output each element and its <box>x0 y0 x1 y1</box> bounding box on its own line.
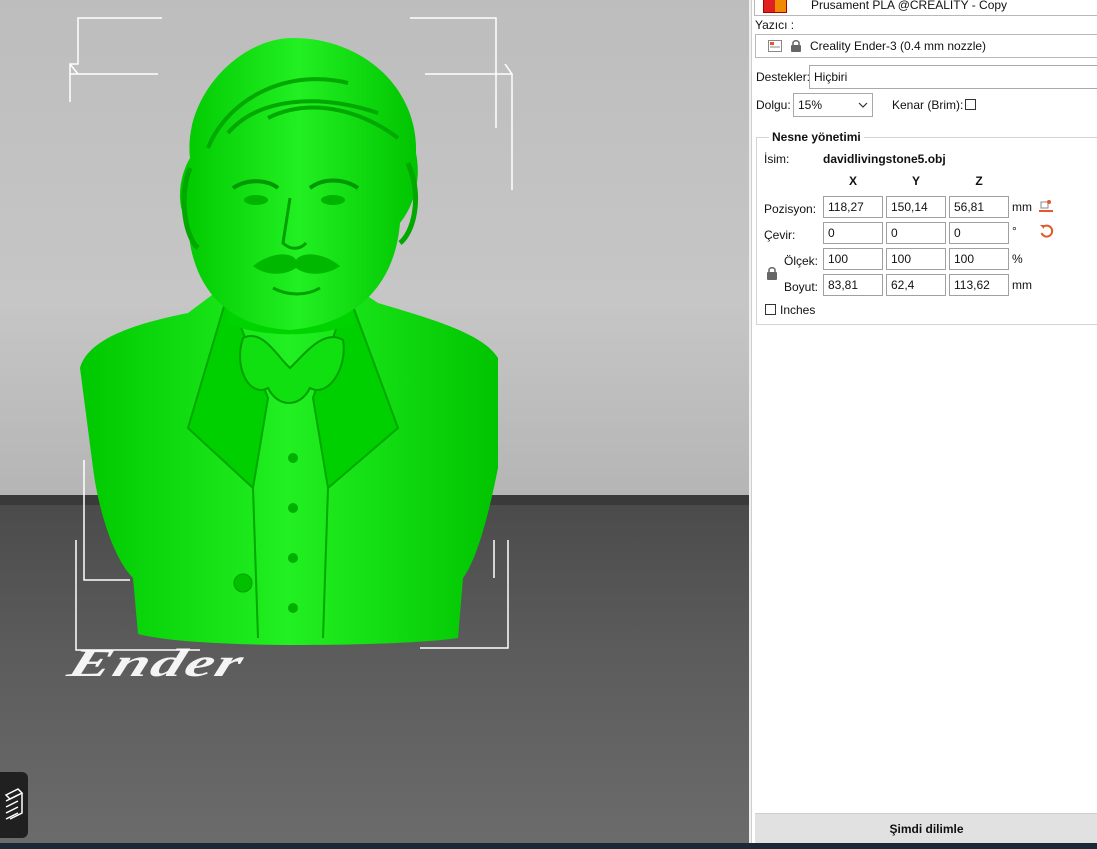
object-name: davidlivingstone5.obj <box>823 152 946 166</box>
supports-value: Hiçbiri <box>814 70 848 84</box>
brim-label: Kenar (Brim): <box>892 98 964 112</box>
scale-label: Ölçek: <box>784 254 819 268</box>
inches-checkbox[interactable] <box>765 304 776 315</box>
filament-color-swatch <box>763 0 787 13</box>
printer-combobox[interactable]: Creality Ender-3 (0.4 mm nozzle) <box>755 34 1097 58</box>
infill-value: 15% <box>798 98 823 112</box>
scale-unit: % <box>1012 252 1023 266</box>
object-manipulation-panel: Nesne yönetimi İsim: davidlivingstone5.o… <box>756 130 1097 325</box>
axis-label-x: X <box>848 174 857 188</box>
brim-checkbox[interactable] <box>965 99 976 110</box>
uniform-scale-lock-icon[interactable] <box>766 266 778 281</box>
slice-now-button[interactable]: Şimdi dilimle <box>755 813 1097 844</box>
layers-toggle-button[interactable] <box>0 772 28 838</box>
position-x-input[interactable]: 118,27 <box>823 196 883 218</box>
position-y-input[interactable]: 150,14 <box>886 196 946 218</box>
drop-to-bed-icon[interactable] <box>1039 199 1053 213</box>
size-label: Boyut: <box>784 280 819 294</box>
rotation-label: Çevir: <box>764 228 796 242</box>
name-label: İsim: <box>764 152 790 166</box>
axis-label-y: Y <box>911 174 920 188</box>
position-z-input[interactable]: 56,81 <box>949 196 1009 218</box>
position-label: Pozisyon: <box>764 202 817 216</box>
position-unit: mm <box>1012 200 1032 214</box>
material-value: Prusament PLA @CREALITY - Copy <box>811 0 1008 12</box>
size-y-input[interactable]: 62,4 <box>886 274 946 296</box>
scale-x-input[interactable]: 100 <box>823 248 883 270</box>
rotation-z-input[interactable]: 0 <box>949 222 1009 244</box>
lock-icon <box>791 40 801 52</box>
scale-z-input[interactable]: 100 <box>949 248 1009 270</box>
chevron-down-icon <box>858 102 868 108</box>
3d-model-bust[interactable] <box>78 38 503 650</box>
slice-now-label: Şimdi dilimle <box>889 822 964 836</box>
supports-combobox[interactable]: Hiçbiri <box>809 65 1097 89</box>
printer-icon <box>768 40 782 52</box>
rotation-x-input[interactable]: 0 <box>823 222 883 244</box>
inches-label: Inches <box>780 303 816 317</box>
layers-icon <box>4 788 24 820</box>
settings-sidebar: Prusament PLA @CREALITY - Copy Yazıcı : … <box>751 0 1097 844</box>
size-unit: mm <box>1012 278 1032 292</box>
scale-y-input[interactable]: 100 <box>886 248 946 270</box>
infill-combobox[interactable]: 15% <box>793 93 873 117</box>
material-combobox[interactable]: Prusament PLA @CREALITY - Copy <box>754 0 1097 16</box>
object-manipulation-title: Nesne yönetimi <box>769 130 864 144</box>
taskbar-strip <box>0 843 1097 849</box>
supports-label: Destekler: <box>756 70 811 84</box>
axis-label-z: Z <box>975 174 983 188</box>
size-z-input[interactable]: 113,62 <box>949 274 1009 296</box>
size-x-input[interactable]: 83,81 <box>823 274 883 296</box>
printer-label: Yazıcı : <box>755 18 795 32</box>
reset-rotation-icon[interactable] <box>1039 224 1054 239</box>
rotation-y-input[interactable]: 0 <box>886 222 946 244</box>
printer-value: Creality Ender-3 (0.4 mm nozzle) <box>810 39 987 53</box>
rotation-unit: ° <box>1012 224 1017 238</box>
3d-viewport[interactable]: Ender <box>0 0 749 849</box>
infill-label: Dolgu: <box>756 98 791 112</box>
